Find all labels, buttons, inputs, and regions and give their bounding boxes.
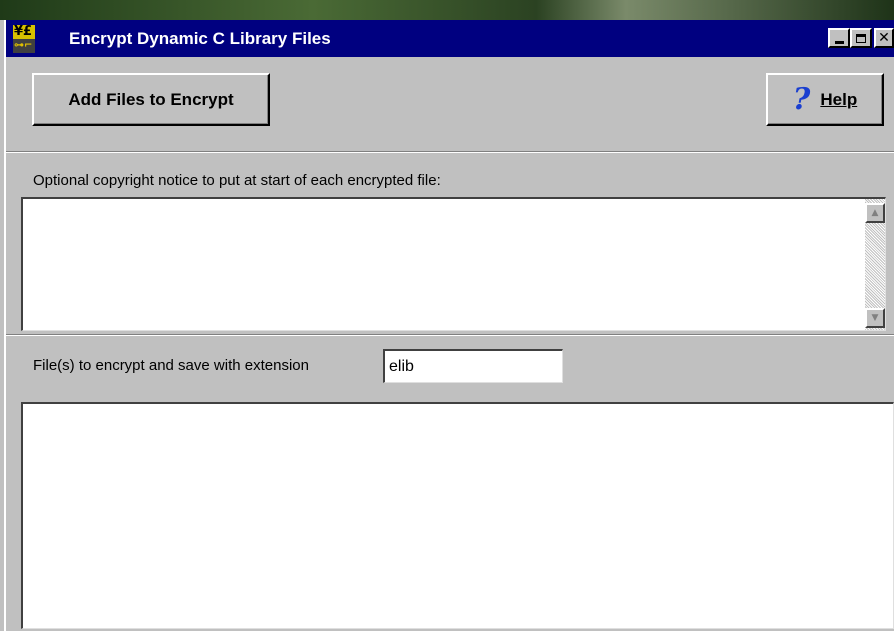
divider — [6, 334, 894, 336]
help-button[interactable]: ? Help — [766, 73, 884, 126]
add-files-label: Add Files to Encrypt — [68, 89, 234, 109]
window-title: Encrypt Dynamic C Library Files — [69, 29, 331, 48]
add-files-button[interactable]: Add Files to Encrypt — [32, 73, 270, 126]
scroll-up-button[interactable]: ▲ — [865, 203, 885, 223]
close-icon: ✕ — [878, 30, 890, 46]
file-list[interactable] — [21, 402, 894, 629]
help-label: Help — [820, 89, 858, 109]
desktop-background — [0, 0, 894, 20]
maximize-icon — [856, 33, 866, 43]
extension-input[interactable] — [383, 349, 563, 383]
toolbar: Add Files to Encrypt ? Help — [6, 57, 894, 147]
title-bar[interactable]: ¥£ ⊶⌐ Encrypt Dynamic C Library Files ✕ — [6, 20, 894, 57]
scroll-down-button[interactable]: ▼ — [865, 308, 885, 328]
maximize-button[interactable] — [850, 28, 872, 48]
arrow-up-icon: ▲ — [871, 208, 879, 218]
copyright-scrollbar[interactable]: ▲ ▼ — [865, 199, 885, 330]
minimize-button[interactable] — [828, 28, 850, 48]
minimize-icon — [834, 41, 844, 44]
copyright-textarea[interactable]: ▲ ▼ — [21, 197, 886, 331]
extension-label: File(s) to encrypt and save with extensi… — [33, 357, 309, 374]
question-mark-icon: ? — [792, 81, 811, 117]
arrow-down-icon: ▼ — [871, 313, 879, 323]
divider — [6, 151, 894, 153]
copyright-label: Optional copyright notice to put at star… — [33, 172, 441, 189]
key-currency-icon: ¥£ ⊶⌐ — [13, 25, 35, 53]
close-button[interactable]: ✕ — [874, 28, 894, 48]
